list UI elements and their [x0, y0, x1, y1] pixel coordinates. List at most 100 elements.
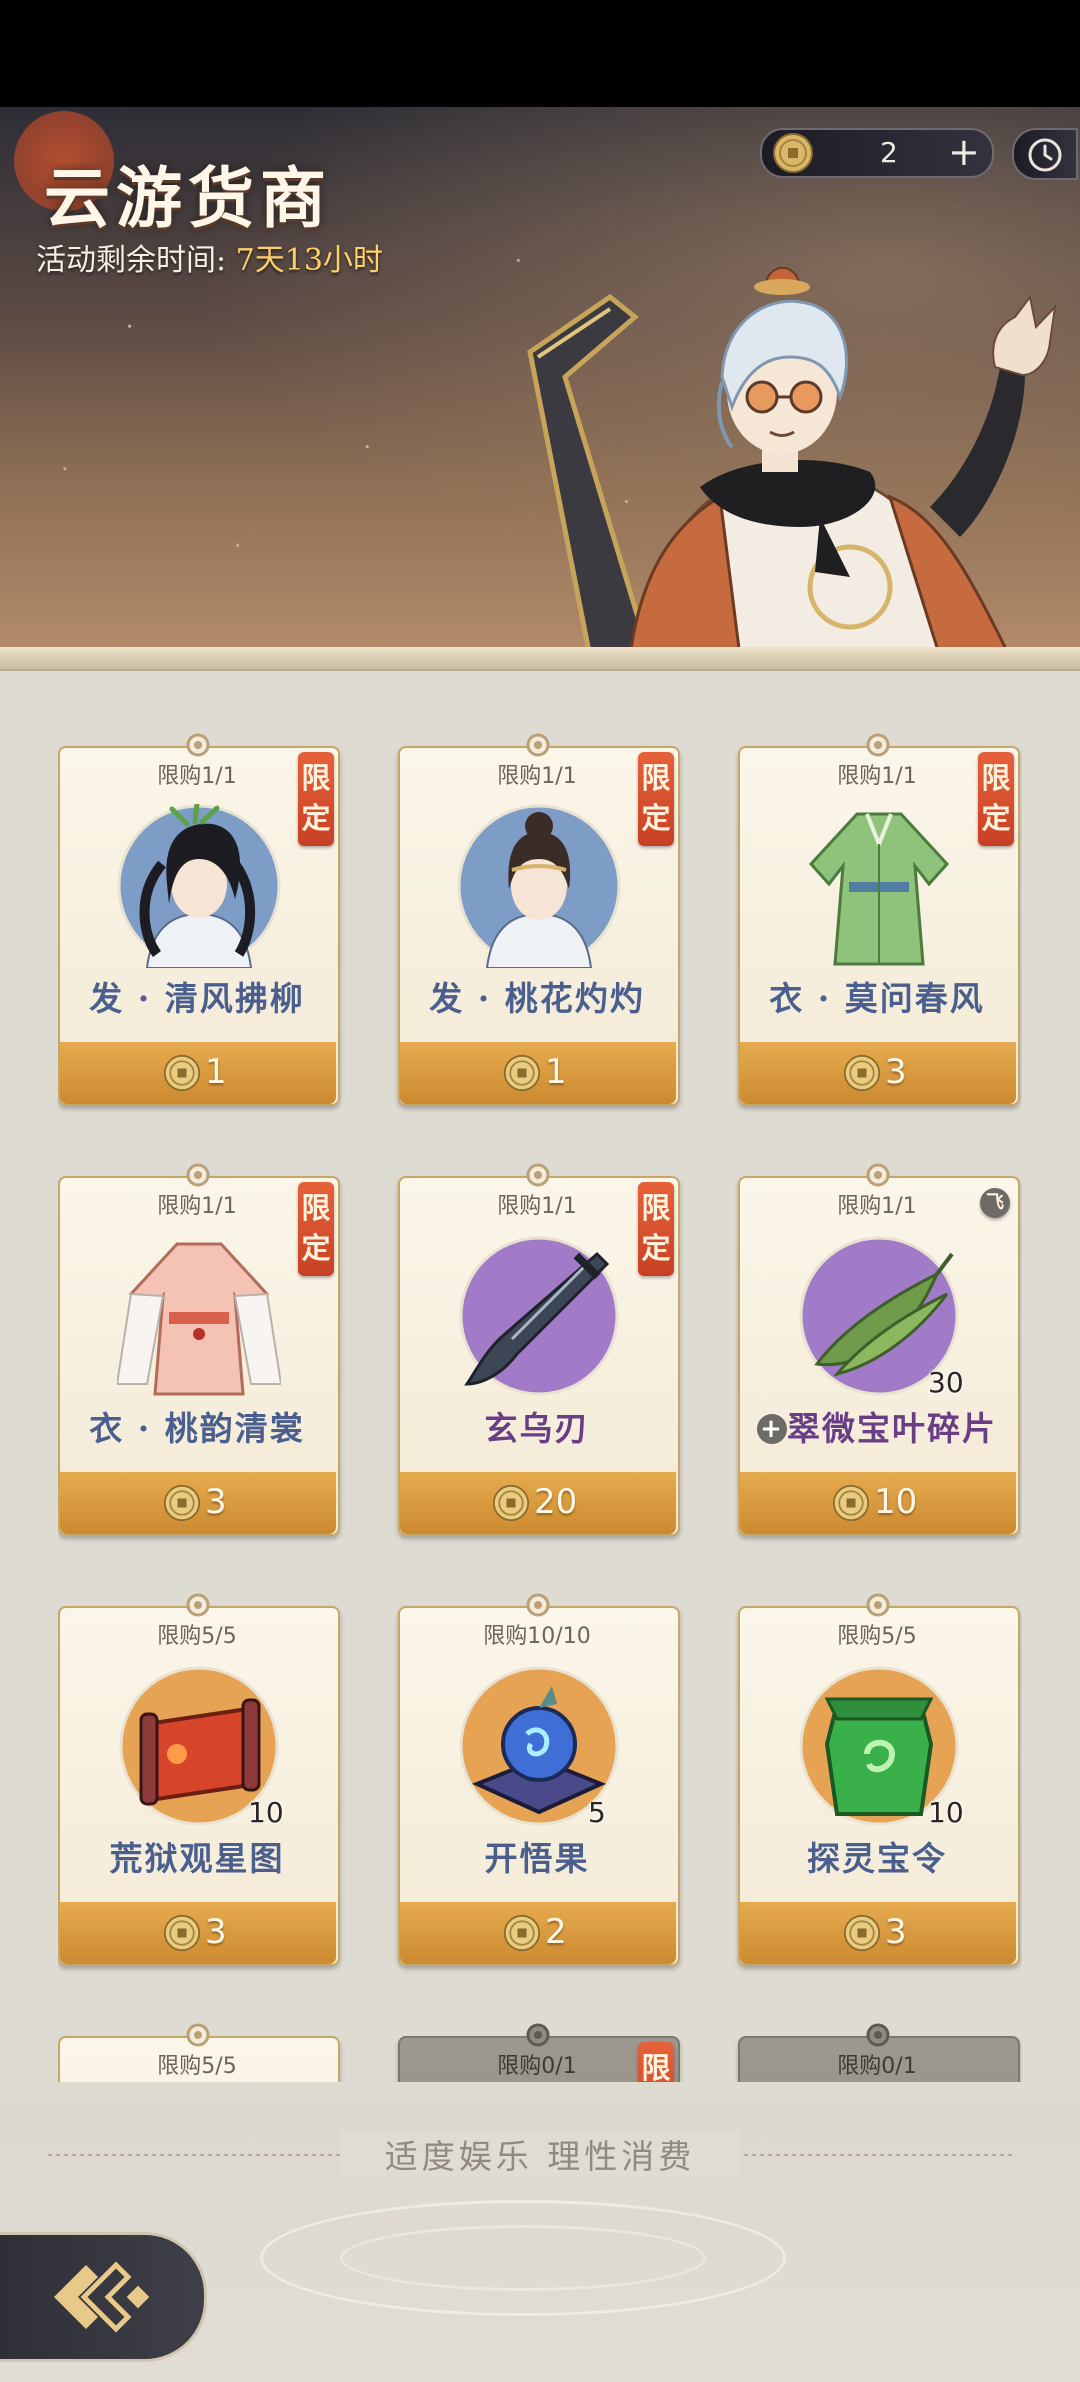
purchase-limit: 限购5/5 [837, 1624, 917, 1649]
item-name: 荒狱观星图 [109, 1839, 285, 1878]
blade-icon [459, 1236, 619, 1396]
coin-icon [163, 1914, 201, 1952]
card-knob-icon [866, 733, 890, 757]
card-knob-icon [526, 733, 550, 757]
shop-item-card-soldout[interactable]: 限购0/1 限定 [398, 2022, 680, 2082]
footer-slogan: 适度娱乐 理性消费 [340, 2130, 740, 2178]
purchase-limit: 限购1/1 [157, 764, 237, 789]
fly-tag: 飞 [980, 1188, 1010, 1218]
shop-item-card[interactable]: 限购1/1 限定 发 · 桃花灼灼 1 [398, 732, 680, 1106]
price-value: 3 [885, 1052, 907, 1092]
card-knob-icon [526, 2023, 550, 2047]
coin-icon [163, 1484, 201, 1522]
purchase-limit: 限购10/10 [483, 1624, 591, 1649]
card-knob-icon [186, 2023, 210, 2047]
limited-tag: 限定 [638, 752, 674, 846]
clock-icon [1028, 138, 1062, 172]
price-button[interactable]: 10 [740, 1472, 1016, 1534]
price-button[interactable]: 20 [400, 1472, 676, 1534]
price-value: 3 [885, 1912, 907, 1952]
limited-tag: 限定 [638, 1182, 674, 1276]
hair-bun-icon [457, 804, 621, 968]
purchase-limit: 限购0/1 [837, 2054, 917, 2079]
price-value: 3 [205, 1482, 227, 1522]
item-count: 5 [588, 1796, 606, 1829]
price-value: 20 [534, 1482, 578, 1522]
fragment-plus-icon: + [757, 1414, 787, 1444]
coin-icon [773, 133, 813, 173]
price-value: 1 [205, 1052, 227, 1092]
limited-tag: 限定 [298, 1182, 334, 1276]
card-knob-icon [526, 1163, 550, 1187]
item-name: 开悟果 [484, 1839, 590, 1878]
purchase-limit: 限购1/1 [497, 764, 577, 789]
water-ripple-inner [340, 2225, 706, 2291]
shop-item-card[interactable]: 限购1/1 限定 玄乌刃 20 [398, 1162, 680, 1536]
price-button[interactable]: 1 [400, 1042, 676, 1104]
merchant-character [527, 266, 1057, 655]
price-value: 10 [874, 1482, 918, 1522]
shop-item-card-soldout[interactable]: 限购0/1 [738, 2022, 1020, 2082]
shop-item-card[interactable]: 限购5/5 10 荒狱观星图 3 [58, 1592, 340, 1966]
currency-amount: 2 [880, 136, 898, 169]
event-timer: 活动剩余时间: 7天13小时 [36, 235, 383, 279]
item-name: 发 · 清风拂柳 [89, 979, 305, 1018]
page-title: 云游货商 [44, 159, 332, 237]
price-button[interactable]: 1 [60, 1042, 336, 1104]
status-bar [0, 0, 1080, 107]
coin-icon [832, 1484, 870, 1522]
coin-icon [503, 1914, 541, 1952]
price-button[interactable]: 3 [60, 1902, 336, 1964]
purchase-limit: 限购1/1 [157, 1194, 237, 1219]
shop-item-card[interactable]: 限购5/5 10 探灵宝令 3 [738, 1592, 1020, 1966]
back-arrow-icon [54, 2261, 150, 2333]
history-button[interactable] [1012, 128, 1078, 180]
shop-banner: 云游货商 活动剩余时间: 7天13小时 2 + [0, 107, 1080, 655]
item-name-text: 翠微宝叶碎片 [787, 1409, 997, 1448]
back-button[interactable] [0, 2232, 207, 2362]
price-button[interactable]: 3 [740, 1902, 1016, 1964]
shop-item-card[interactable]: 限购5/5 [58, 2022, 340, 2082]
item-name: +翠微宝叶碎片 [738, 1402, 1016, 1450]
card-knob-icon [866, 1163, 890, 1187]
purchase-limit: 限购1/1 [837, 764, 917, 789]
banner-divider [0, 647, 1080, 671]
coin-icon [503, 1054, 541, 1092]
robe-green-icon [808, 812, 950, 966]
card-knob-icon [866, 1593, 890, 1617]
price-value: 1 [545, 1052, 567, 1092]
limited-tag: 限定 [978, 752, 1014, 846]
card-knob-icon [526, 1593, 550, 1617]
add-currency-button[interactable]: + [948, 130, 980, 174]
item-count: 10 [248, 1796, 284, 1829]
shop-item-card[interactable]: 限购1/1 飞 30 +翠微宝叶碎片 10 [738, 1162, 1020, 1536]
timer-label: 活动剩余时间: [36, 243, 227, 278]
shop-item-card[interactable]: 限购10/10 5 开悟果 2 [398, 1592, 680, 1966]
coin-icon [843, 1054, 881, 1092]
shop-item-card[interactable]: 限购1/1 限定 衣 · 桃韵清裳 3 [58, 1162, 340, 1536]
hair-green-icon [117, 804, 281, 968]
price-button[interactable]: 2 [400, 1902, 676, 1964]
purchase-limit: 限购5/5 [157, 2054, 237, 2079]
item-name: 衣 · 桃韵清裳 [89, 1409, 305, 1448]
card-knob-icon [186, 1593, 210, 1617]
purchase-limit: 限购1/1 [497, 1194, 577, 1219]
timer-value: 7天13小时 [235, 243, 383, 278]
purchase-limit: 限购5/5 [157, 1624, 237, 1649]
limited-tag: 限定 [298, 752, 334, 846]
card-knob-icon [186, 733, 210, 757]
coin-icon [163, 1054, 201, 1092]
shop-item-grid: 限购1/1 限定 发 · 清风拂柳 1 限购1/1 限定 发 · 桃花灼灼 1 … [58, 732, 1022, 2082]
shop-item-card[interactable]: 限购1/1 限定 发 · 清风拂柳 1 [58, 732, 340, 1106]
item-count: 30 [928, 1366, 964, 1399]
item-name: 玄乌刃 [484, 1409, 590, 1448]
item-name: 发 · 桃花灼灼 [429, 979, 645, 1018]
price-button[interactable]: 3 [60, 1472, 336, 1534]
price-value: 3 [205, 1912, 227, 1952]
price-button[interactable]: 3 [740, 1042, 1016, 1104]
card-knob-icon [186, 1163, 210, 1187]
shop-item-card[interactable]: 限购1/1 限定 衣 · 莫问春风 3 [738, 732, 1020, 1106]
card-knob-icon [866, 2023, 890, 2047]
robe-pink-icon [117, 1242, 281, 1396]
item-name: 探灵宝令 [807, 1839, 947, 1878]
